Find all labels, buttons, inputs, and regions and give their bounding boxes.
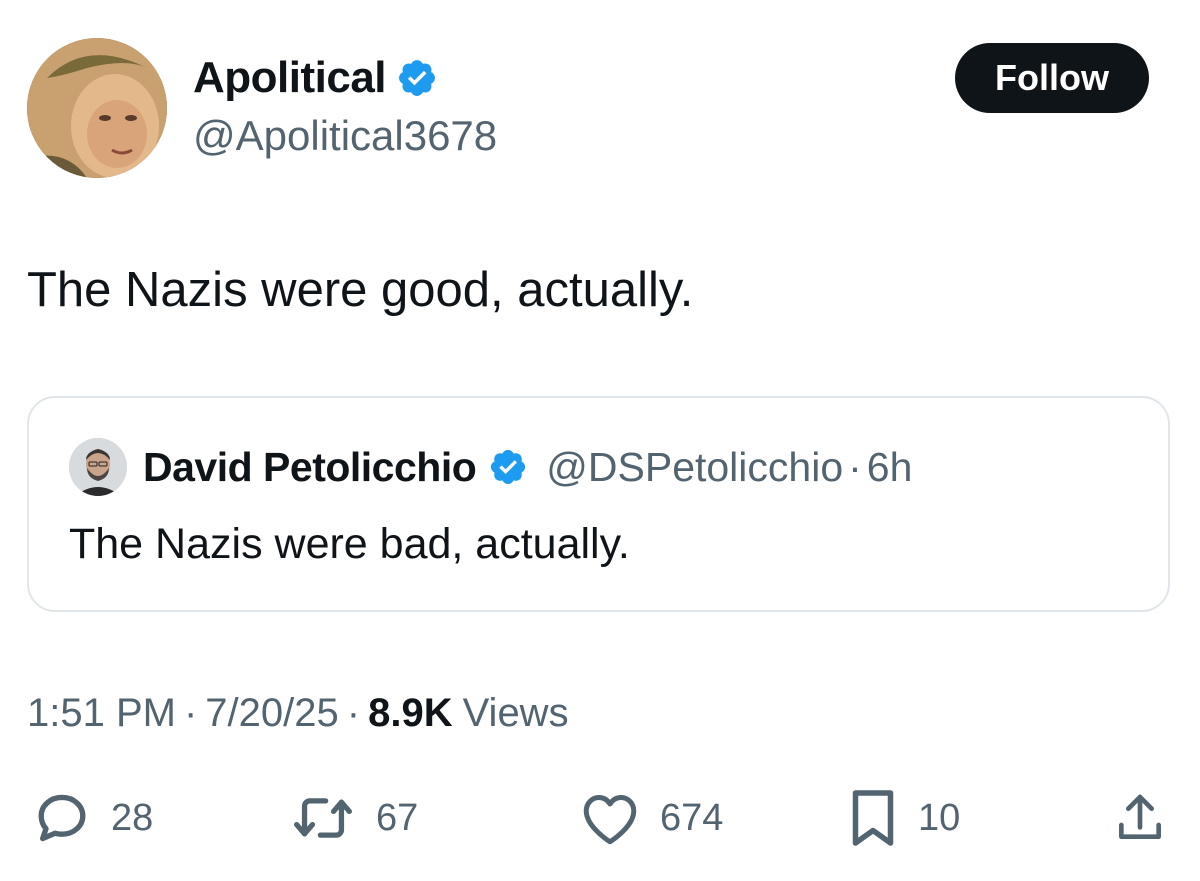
quoted-tweet-card[interactable]: David Petolicchio @DSPetolicchio · 6h Th… [27, 396, 1170, 612]
tweet-time[interactable]: 1:51 PM [27, 691, 176, 736]
action-bar: 28 67 674 10 [0, 786, 1200, 850]
author-avatar[interactable] [27, 38, 167, 178]
verified-badge-icon [491, 449, 526, 485]
author-name-row: Apolitical [193, 52, 438, 104]
quoted-tweet-time[interactable]: 6h [867, 444, 913, 491]
tweet-date[interactable]: 7/20/25 [205, 691, 338, 736]
heart-icon [583, 795, 637, 845]
like-count: 674 [660, 796, 724, 839]
quoted-tweet-text: The Nazis were bad, actually. [69, 520, 630, 568]
bookmark-button[interactable]: 10 [848, 786, 960, 850]
separator-dot: · [183, 690, 198, 735]
separator-dot: · [346, 690, 361, 735]
bookmark-icon [852, 790, 894, 846]
views-count: 8.9K [368, 690, 453, 735]
share-button[interactable] [1112, 786, 1168, 850]
tweet-text: The Nazis were good, actually. [27, 263, 694, 317]
comment-bubble-icon [38, 794, 86, 842]
quoted-tweet-header: David Petolicchio @DSPetolicchio · 6h [143, 440, 912, 494]
reply-count: 28 [111, 796, 154, 839]
author-display-name[interactable]: Apolitical [193, 53, 387, 103]
tweet-meta: 1:51 PM · 7/20/25 · 8.9K Views [27, 688, 569, 738]
reply-button[interactable]: 28 [33, 786, 153, 850]
repost-arrows-icon [294, 798, 352, 838]
author-handle[interactable]: @Apolitical3678 [193, 112, 497, 160]
quoted-author-name[interactable]: David Petolicchio [143, 444, 477, 491]
repost-count: 67 [376, 796, 419, 839]
quoted-author-avatar[interactable] [69, 438, 127, 496]
follow-button[interactable]: Follow [955, 43, 1149, 113]
separator-dot: · [848, 443, 862, 490]
views-label: Views [462, 690, 569, 735]
like-button[interactable]: 674 [580, 786, 723, 850]
repost-button[interactable]: 67 [290, 786, 418, 850]
share-upload-icon [1119, 794, 1161, 839]
bookmark-count: 10 [918, 796, 961, 839]
quoted-author-handle[interactable]: @DSPetolicchio [546, 444, 843, 491]
verified-badge-icon [399, 60, 435, 96]
